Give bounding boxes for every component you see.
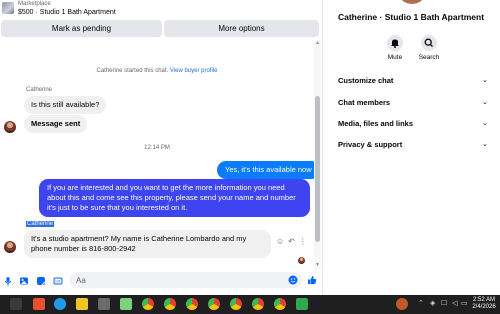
conversation-title: Catherine · Studio 1 Bath Apartment: [337, 12, 485, 22]
row-label: Privacy & support: [338, 140, 403, 149]
chrome-icon[interactable]: [274, 298, 286, 310]
sticker-icon[interactable]: [36, 276, 46, 286]
chevron-down-icon: ⌄: [482, 99, 488, 106]
message-outgoing[interactable]: If you are interested and you want to ge…: [39, 179, 310, 217]
scroll-down-icon[interactable]: ▼: [314, 262, 321, 269]
clock-date: 2/4/2026: [472, 304, 496, 310]
more-options-button[interactable]: More options: [164, 20, 319, 37]
scrollbar-thumb[interactable]: [315, 96, 320, 242]
volume-icon[interactable]: ◁: [452, 299, 457, 307]
file-explorer-icon[interactable]: [76, 298, 88, 310]
bell-icon[interactable]: [387, 35, 403, 51]
message-incoming[interactable]: Message sent: [24, 115, 88, 133]
message-input[interactable]: [70, 272, 302, 288]
read-receipt-avatar: [298, 257, 305, 264]
microphone-icon[interactable]: [3, 276, 13, 286]
notes-app-icon[interactable]: [120, 298, 132, 310]
avatar[interactable]: [4, 121, 16, 133]
chat-started-text: Catherine started this chat.: [96, 68, 169, 74]
chat-pane: Marketplace $500 · Studio 1 Bath Apartme…: [0, 0, 322, 295]
chevron-down-icon: ⌄: [482, 120, 488, 127]
windows-taskbar: [0, 295, 500, 314]
search-action[interactable]: Search: [414, 35, 444, 61]
sender-name-selected: Catherine: [26, 221, 55, 227]
avatar[interactable]: [4, 241, 16, 253]
row-label: Customize chat: [338, 76, 394, 85]
widgets-icon[interactable]: [10, 298, 22, 310]
message-incoming[interactable]: It's a studio apartment? My name is Cath…: [24, 230, 271, 258]
network-icon[interactable]: ☐: [441, 299, 447, 307]
like-icon[interactable]: [307, 275, 317, 285]
gif-icon[interactable]: GIF: [53, 276, 63, 286]
more-icon[interactable]: ⋮: [299, 237, 307, 246]
message-timestamp: 12:14 PM: [144, 145, 170, 151]
chevron-down-icon: ⌄: [482, 141, 488, 148]
chat-members-row[interactable]: Chat members ⌄: [338, 98, 488, 107]
row-label: Media, files and links: [338, 119, 414, 128]
sender-name: Catherine: [26, 87, 53, 93]
customize-chat-row[interactable]: Customize chat ⌄: [338, 76, 488, 85]
mute-label: Mute: [387, 54, 403, 61]
mute-action[interactable]: Mute: [380, 35, 410, 61]
battery-icon[interactable]: ▭: [461, 299, 468, 307]
view-buyer-profile-link[interactable]: View buyer profile: [170, 68, 218, 74]
privacy-support-row[interactable]: Privacy & support ⌄: [338, 140, 488, 149]
listing-title[interactable]: $500 · Studio 1 Bath Apartment: [18, 9, 116, 16]
chrome-icon[interactable]: [230, 298, 242, 310]
message-outgoing[interactable]: Yes, it's this available now: [217, 161, 320, 179]
chat-started-notice: Catherine started this chat. View buyer …: [0, 68, 314, 74]
clock-time: 2:52 AM: [472, 297, 495, 303]
chevron-down-icon: ⌄: [482, 77, 488, 84]
row-label: Chat members: [338, 98, 391, 107]
user-avatar-icon[interactable]: [396, 298, 408, 310]
scroll-up-icon[interactable]: ▲: [314, 40, 321, 47]
svg-text:GIF: GIF: [55, 280, 60, 284]
spreadsheet-app-icon[interactable]: [296, 298, 308, 310]
message-actions: ☺ ↶ ⋮: [276, 237, 307, 246]
chrome-icon[interactable]: [208, 298, 220, 310]
media-files-links-row[interactable]: Media, files and links ⌄: [338, 119, 488, 128]
location-icon[interactable]: ◈: [430, 299, 435, 307]
reply-icon[interactable]: ↶: [288, 237, 295, 246]
marketplace-label: Marketplace: [18, 1, 51, 7]
chrome-icon[interactable]: [164, 298, 176, 310]
mark-as-pending-button[interactable]: Mark as pending: [1, 20, 162, 37]
chrome-icon[interactable]: [252, 298, 264, 310]
message-input-placeholder: Aa: [76, 276, 86, 285]
listing-thumbnail[interactable]: [2, 2, 14, 14]
chrome-icon[interactable]: [186, 298, 198, 310]
message-incoming[interactable]: Is this still available?: [24, 96, 107, 114]
edge-browser-icon[interactable]: [54, 298, 66, 310]
app-icon[interactable]: [98, 298, 110, 310]
brave-browser-icon[interactable]: [33, 298, 45, 310]
chrome-icon[interactable]: [142, 298, 154, 310]
search-icon[interactable]: [421, 35, 437, 51]
chevron-up-icon[interactable]: ⌃: [418, 299, 424, 307]
system-clock[interactable]: 2:52 AM 2/4/2026: [470, 297, 498, 311]
marketplace-header: Marketplace $500 · Studio 1 Bath Apartme…: [0, 0, 322, 20]
react-icon[interactable]: ☺: [276, 237, 284, 246]
search-label: Search: [418, 54, 440, 61]
image-icon[interactable]: [19, 276, 29, 286]
emoji-icon[interactable]: [288, 275, 298, 285]
